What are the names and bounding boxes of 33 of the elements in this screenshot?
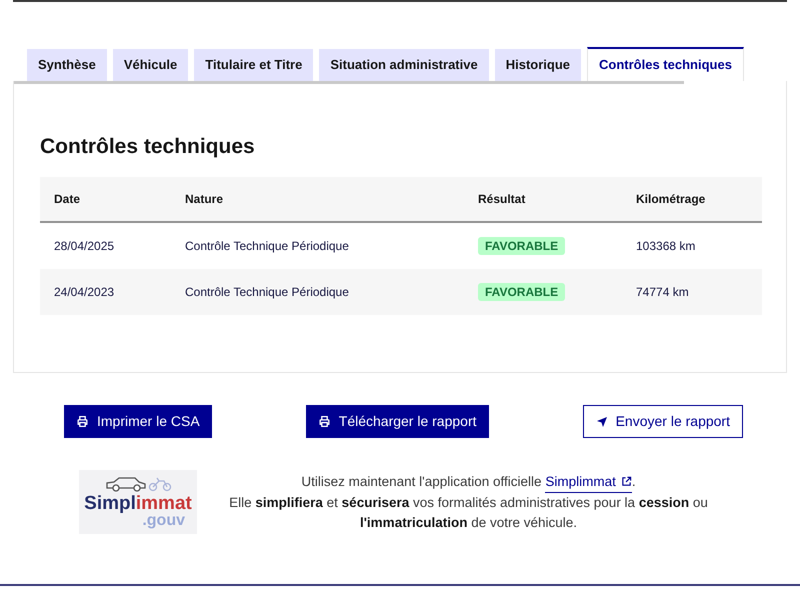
column-header: Kilométrage: [636, 190, 706, 208]
printer-icon: [76, 415, 89, 428]
tab[interactable]: Véhicule: [112, 49, 188, 81]
printer-icon: [318, 415, 331, 428]
tab[interactable]: Titulaire et Titre: [194, 49, 314, 81]
section-title: Contrôles techniques: [40, 134, 256, 160]
logo-text: Simpl: [84, 492, 136, 514]
promo-text: Utilisez maintenant l'application officielle: [301, 474, 542, 488]
table-cell: Contrôle Technique Périodique: [185, 238, 349, 252]
external-link-icon: [620, 476, 632, 487]
table-cell: Contrôle Technique Périodique: [185, 284, 349, 298]
tab[interactable]: Contrôles techniques: [587, 47, 744, 81]
action-button[interactable]: Télécharger le rapport: [306, 405, 489, 438]
table-cell: 24/04/2023: [54, 284, 114, 298]
logo-text: immat: [136, 492, 192, 514]
column-header: Date: [53, 190, 82, 208]
table-cell: 103368 km: [636, 238, 696, 252]
column-header: Résultat: [478, 190, 526, 208]
table-cell: 74774 km: [636, 284, 689, 298]
tab[interactable]: Historique: [494, 49, 582, 81]
promo-text: Elle simplifiera et sécurisera vos formalités administratives pour la cession ou l'immatriculation de votre véhicule.: [228, 494, 709, 532]
tab[interactable]: Situation administrative: [319, 49, 489, 81]
app-link[interactable]: Simplimmat: [545, 472, 632, 492]
tab[interactable]: Synthèse: [27, 49, 107, 81]
column-header: Nature: [185, 190, 224, 208]
status-badge: FAVORABLE: [478, 236, 566, 254]
logo-text: .gouv: [142, 512, 185, 528]
promo-text: .: [632, 474, 636, 488]
action-button[interactable]: Imprimer le CSA: [64, 405, 212, 438]
table-cell: 28/04/2025: [54, 238, 114, 252]
status-badge: FAVORABLE: [478, 282, 566, 300]
action-button[interactable]: Envoyer le rapport: [582, 405, 743, 438]
send-icon: [596, 416, 608, 428]
